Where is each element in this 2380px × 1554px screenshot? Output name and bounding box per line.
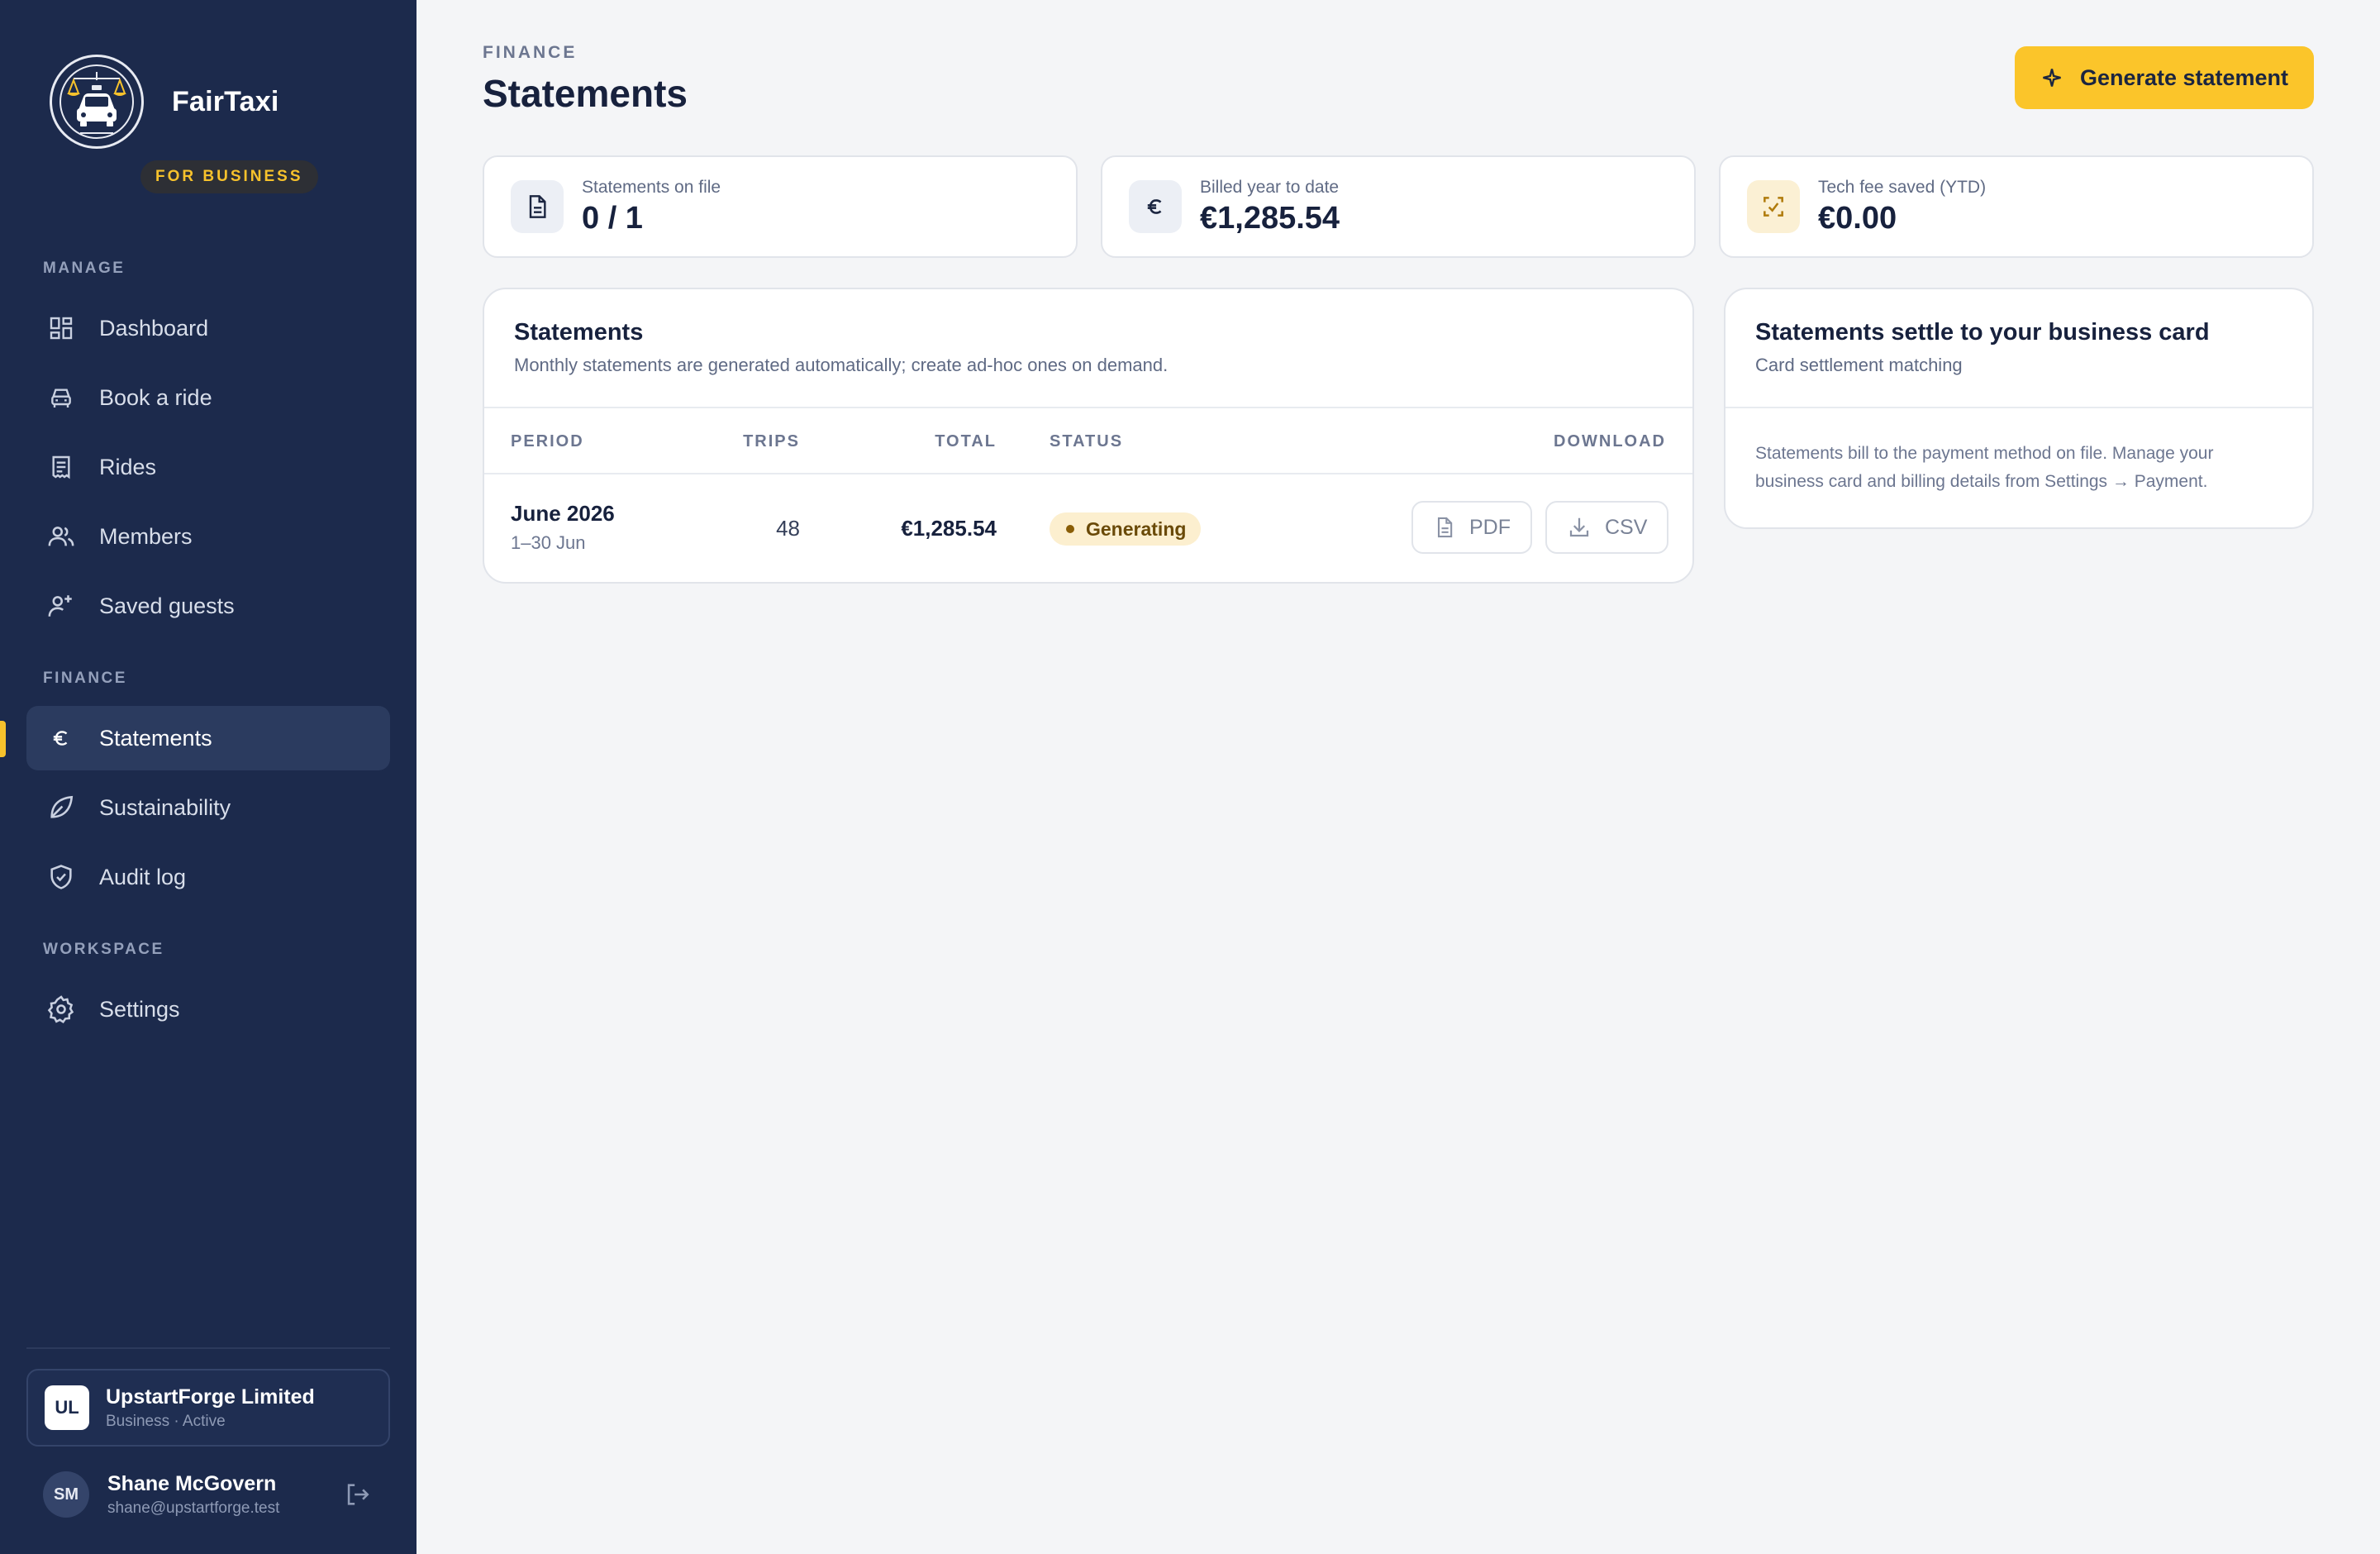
sidebar-item-members[interactable]: Members [26, 504, 390, 569]
sidebar-item-label: Settings [99, 996, 180, 1022]
trips-count: 48 [776, 516, 800, 541]
sidebar-item-label: Statements [99, 725, 212, 751]
shield-check-icon [45, 860, 78, 894]
period-range: 1–30 Jun [511, 532, 586, 553]
org-status: Business · Active [106, 1412, 226, 1430]
sidebar-item-label: Saved guests [99, 593, 235, 618]
users-icon [45, 520, 78, 553]
avatar[interactable]: SM [43, 1471, 89, 1518]
column-header-trips[interactable]: TRIPS [743, 432, 800, 451]
euro-icon [45, 722, 78, 755]
pdf-label: PDF [1469, 515, 1511, 539]
statements-panel: Statements Monthly statements are genera… [483, 288, 1694, 584]
brand[interactable]: FairTaxi [50, 55, 278, 149]
panel-title: Statements settle to your business card [1755, 319, 2210, 346]
stat-card-tech-fee-saved: Tech fee saved (YTD) €0.00 [1719, 155, 2314, 258]
download-icon [1567, 515, 1592, 540]
sidebar-item-label: Audit log [99, 864, 187, 889]
sidebar-item-label: Rides [99, 454, 157, 479]
download-csv-button[interactable]: CSV [1545, 501, 1669, 554]
sidebar-item-statements[interactable]: Statements [26, 706, 390, 770]
user-email: shane@upstartforge.test [107, 1499, 280, 1517]
table-row[interactable]: June 2026 1–30 Jun 48 €1,285.54 Generati… [484, 474, 1692, 580]
org-name: UpstartForge Limited [106, 1385, 315, 1409]
page-title: Statements [483, 72, 688, 115]
sidebar-item-label: Book a ride [99, 384, 212, 410]
car-icon [45, 381, 78, 414]
sidebar-item-label: Dashboard [99, 315, 209, 341]
sidebar: FairTaxi FOR BUSINESS MANAGE Dashboard B… [0, 0, 416, 1554]
stat-label: Billed year to date [1200, 177, 1340, 197]
document-icon [511, 180, 564, 233]
brand-name: FairTaxi [172, 85, 279, 117]
sidebar-divider [26, 1347, 390, 1349]
panel-title: Statements [514, 319, 644, 346]
leaf-icon [45, 791, 78, 824]
nav-section-manage: MANAGE [43, 260, 126, 277]
status-badge: Generating [1050, 512, 1202, 546]
column-header-status[interactable]: STATUS [1050, 432, 1123, 451]
csv-label: CSV [1605, 515, 1648, 539]
generate-statement-button[interactable]: Generate statement [2015, 46, 2314, 109]
logout-icon[interactable] [340, 1478, 374, 1511]
for-business-badge: FOR BUSINESS [140, 160, 318, 193]
user-name: Shane McGovern [107, 1471, 277, 1495]
user-profile: SM Shane McGovern shane@upstartforge.tes… [43, 1468, 374, 1521]
sidebar-item-label: Sustainability [99, 794, 231, 820]
stat-card-billed-ytd: Billed year to date €1,285.54 [1101, 155, 1696, 258]
sparkle-icon [2040, 66, 2063, 89]
euro-icon [1129, 180, 1182, 233]
nav-section-workspace: WORKSPACE [43, 941, 164, 958]
table-header: PERIOD TRIPS TOTAL STATUS DOWNLOAD [484, 408, 1692, 474]
dashboard-icon [45, 312, 78, 345]
column-header-download: DOWNLOAD [1554, 432, 1666, 450]
nav-section-finance: FINANCE [43, 670, 127, 687]
active-nav-indicator [0, 721, 6, 757]
breadcrumb: FINANCE [483, 43, 578, 62]
panel-subtitle: Card settlement matching [1755, 355, 1963, 375]
period-name: June 2026 [511, 501, 615, 526]
gear-icon [45, 993, 78, 1026]
stat-label: Statements on file [582, 177, 721, 197]
scan-icon [1747, 180, 1800, 233]
file-icon [1433, 516, 1456, 539]
user-plus-icon [45, 589, 78, 622]
stat-card-statements-on-file: Statements on file 0 / 1 [483, 155, 1078, 258]
settlement-panel-header: Statements settle to your business card … [1726, 289, 2312, 408]
receipt-icon [45, 450, 78, 484]
settlement-panel: Statements settle to your business card … [1724, 288, 2314, 529]
statements-panel-header: Statements Monthly statements are genera… [484, 289, 1692, 408]
statement-total: €1,285.54 [901, 516, 997, 541]
stat-value: 0 / 1 [582, 200, 643, 236]
sidebar-item-sustainability[interactable]: Sustainability [26, 775, 390, 840]
generate-statement-label: Generate statement [2079, 64, 2289, 90]
stat-value: €1,285.54 [1200, 200, 1340, 236]
download-pdf-button[interactable]: PDF [1411, 501, 1532, 554]
status-label: Generating [1086, 517, 1187, 540]
org-avatar: UL [45, 1385, 89, 1430]
status-dot-icon [1066, 525, 1074, 533]
stat-value: €0.00 [1818, 200, 1897, 236]
sidebar-item-saved-guests[interactable]: Saved guests [26, 574, 390, 638]
column-header-period[interactable]: PERIOD [511, 432, 584, 451]
settlement-description: Statements bill to the payment method on… [1755, 444, 2214, 491]
sidebar-item-rides[interactable]: Rides [26, 435, 390, 499]
sidebar-item-label: Members [99, 523, 193, 549]
sidebar-item-settings[interactable]: Settings [26, 977, 390, 1042]
stat-label: Tech fee saved (YTD) [1818, 177, 1987, 197]
sidebar-item-audit-log[interactable]: Audit log [26, 845, 390, 909]
sidebar-item-dashboard[interactable]: Dashboard [26, 296, 390, 360]
panel-subtitle: Monthly statements are generated automat… [514, 355, 1169, 375]
column-header-total[interactable]: TOTAL [935, 432, 997, 451]
organization-switcher[interactable]: UL UpstartForge Limited Business · Activ… [26, 1369, 390, 1447]
fairtaxi-logo-icon [50, 55, 144, 149]
sidebar-item-book-a-ride[interactable]: Book a ride [26, 365, 390, 430]
